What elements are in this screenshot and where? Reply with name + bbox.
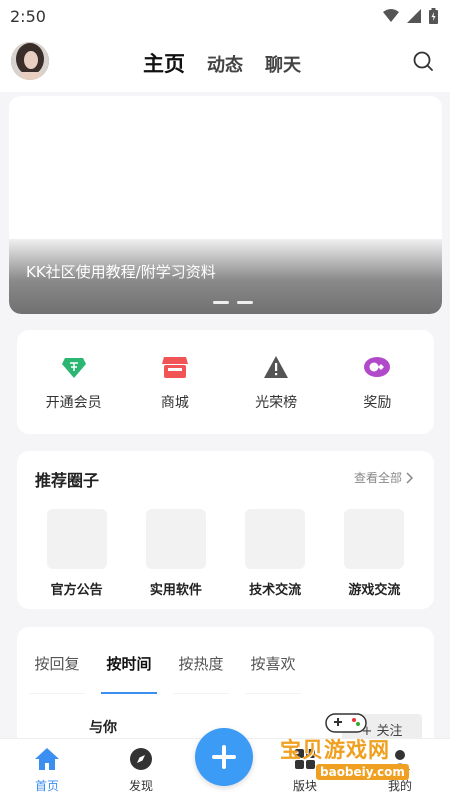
header-tabs: 主页 动态 聊天 — [143, 48, 301, 78]
sort-by-time[interactable]: 按时间 — [101, 653, 157, 694]
top-header: 主页 动态 聊天 — [0, 32, 450, 92]
gamepad-icon — [325, 713, 367, 733]
view-all-link[interactable]: 查看全部 — [354, 469, 414, 486]
nav-home-label: 首页 — [34, 779, 59, 793]
quick-vip[interactable]: 开通会员 — [29, 352, 119, 412]
post-author[interactable]: 与你 — [89, 717, 117, 737]
avatar-image — [11, 42, 49, 80]
sort-by-hot[interactable]: 按热度 — [173, 653, 229, 694]
circle-item[interactable]: 官方公告 — [37, 509, 117, 598]
wifi-icon — [383, 9, 399, 22]
circle-thumbnail — [46, 509, 107, 569]
quick-store-label: 商城 — [160, 395, 189, 411]
section-title: 推荐圈子 — [35, 471, 100, 490]
circle-label: 游戏交流 — [348, 583, 401, 598]
nav-discover-label: 发现 — [128, 779, 153, 793]
tab-feed[interactable]: 动态 — [207, 51, 243, 77]
tab-chat[interactable]: 聊天 — [265, 51, 301, 77]
circle-item[interactable]: 实用软件 — [136, 509, 216, 598]
circle-list: 官方公告 实用软件 技术交流 游戏交流 — [17, 509, 434, 598]
status-time: 2:50 — [10, 6, 46, 26]
battery-icon — [429, 8, 438, 24]
quick-honor-label: 光荣榜 — [255, 395, 298, 411]
carousel-dots — [213, 301, 253, 304]
view-all-label: 查看全部 — [353, 471, 402, 485]
signal-icon — [407, 9, 421, 23]
circle-thumbnail — [245, 509, 306, 569]
watermark-url: baobeiy.com — [316, 764, 409, 780]
quick-actions-card: 开通会员 商城 光荣榜 奖励 — [17, 330, 434, 434]
site-watermark: 宝贝游戏网 baobeiy.com — [272, 706, 422, 788]
warning-icon — [264, 356, 289, 378]
compass-icon — [130, 748, 152, 770]
home-icon — [35, 748, 59, 770]
circle-item[interactable]: 游戏交流 — [334, 509, 414, 598]
plus-icon — [212, 745, 236, 769]
sort-tabs: 按回复 按时间 按热度 按喜欢 — [29, 653, 301, 694]
status-bar: 2:50 — [0, 0, 450, 32]
quick-reward[interactable]: 奖励 — [332, 352, 422, 412]
tab-home[interactable]: 主页 — [143, 48, 185, 78]
watermark-text: 宝贝游戏网 — [280, 738, 390, 762]
circle-thumbnail — [344, 509, 405, 569]
search-icon[interactable] — [412, 50, 434, 72]
circle-label: 官方公告 — [50, 583, 103, 598]
status-icons — [383, 8, 438, 24]
circle-label: 实用软件 — [149, 583, 202, 598]
diamond-icon — [61, 358, 86, 378]
circle-item[interactable]: 技术交流 — [235, 509, 315, 598]
quick-store[interactable]: 商城 — [130, 352, 220, 412]
circle-label: 技术交流 — [249, 583, 302, 598]
store-icon — [161, 357, 188, 378]
avatar[interactable] — [11, 42, 49, 80]
quick-vip-label: 开通会员 — [45, 395, 102, 411]
banner-caption: KK社区使用教程/附学习资料 — [26, 263, 216, 281]
chevron-right-icon — [406, 471, 414, 484]
nav-home[interactable]: 首页 — [17, 747, 77, 794]
quick-reward-label: 奖励 — [363, 395, 392, 411]
create-post-button[interactable] — [195, 728, 253, 786]
sort-by-like[interactable]: 按喜欢 — [245, 653, 301, 694]
reward-icon — [364, 357, 391, 377]
banner-carousel[interactable]: KK社区使用教程/附学习资料 — [9, 96, 442, 314]
quick-honor[interactable]: 光荣榜 — [231, 352, 321, 412]
circle-thumbnail — [145, 509, 206, 569]
recommended-circles-card: 推荐圈子 查看全部 官方公告 实用软件 技术交流 游戏交流 — [17, 451, 434, 609]
nav-discover[interactable]: 发现 — [111, 747, 171, 794]
sort-by-reply[interactable]: 按回复 — [29, 653, 85, 694]
